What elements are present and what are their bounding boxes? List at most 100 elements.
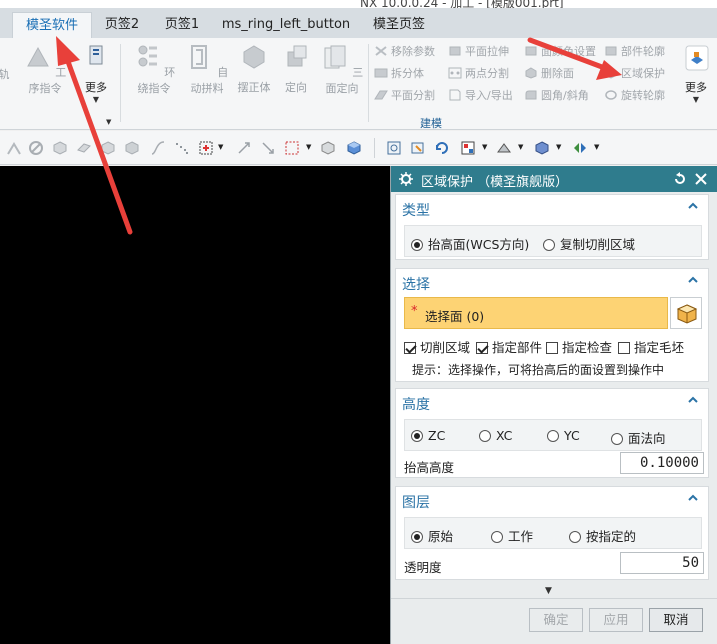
tab-ms-ring-left-button[interactable]: ms_ring_left_button (216, 12, 356, 38)
radio-zc[interactable]: ZC (411, 428, 445, 443)
radio-work[interactable]: 工作 (491, 526, 533, 545)
radio-yc[interactable]: YC (547, 428, 580, 443)
radio-dot (611, 433, 623, 445)
box-select-icon[interactable] (284, 140, 300, 156)
chevron-down-icon[interactable]: ▼ (106, 118, 111, 126)
chevron-up-icon[interactable] (688, 493, 698, 503)
radio-label: XC (496, 428, 513, 443)
rotate-outline-icon (605, 90, 617, 100)
render-style-icon[interactable] (496, 140, 512, 156)
plane-stretch-label: 平面拉伸 (465, 45, 509, 58)
orient-button[interactable]: 定向 (276, 42, 316, 95)
round-chamfer-button[interactable]: 圆角/斜角 (524, 86, 589, 106)
more-label-1: 更多 (85, 81, 107, 94)
radio-face-normal[interactable]: 面法向 (611, 428, 666, 447)
cancel-button[interactable]: 取消 (649, 608, 703, 632)
checkbox-specify-check[interactable]: 指定检查 (546, 337, 612, 356)
three-view-orient-button[interactable]: 三面定向 (316, 42, 368, 96)
height-options: ZC XC YC 面法向 (404, 419, 702, 451)
operation-command-button[interactable]: 工序指令 (20, 42, 70, 96)
cube-icon[interactable] (52, 140, 68, 156)
radio-dot (479, 430, 491, 442)
chevron-down-icon[interactable]: ▼ (306, 143, 311, 151)
chevron-down-icon[interactable]: ▼ (556, 143, 561, 151)
shaded-blue-cube-icon[interactable] (534, 140, 550, 156)
cut-off-button[interactable]: 轨 (0, 66, 12, 82)
remove-param-button[interactable]: 移除参数 (374, 42, 435, 62)
auto-split-button[interactable]: 自动拼料 (182, 42, 232, 96)
display-mode-icon[interactable] (572, 140, 588, 156)
region-protect-dialog: 区域保护 （模圣旗舰版） 类型 抬高面(WCS方向) 复制切削区域 选择 * 选… (390, 166, 717, 644)
tab-mosheng-page[interactable]: 模圣页签 (364, 12, 434, 38)
select-filter-icon[interactable] (198, 140, 214, 156)
points-icon[interactable] (174, 140, 190, 156)
move-icon[interactable] (260, 140, 276, 156)
apply-button[interactable]: 应用 (589, 608, 643, 632)
import-export-button[interactable]: 导入/导出 (448, 86, 513, 106)
checkbox-cut-region[interactable]: 切削区域 (404, 337, 470, 356)
face-color-button[interactable]: 面颜色设置 (524, 42, 596, 62)
radio-original[interactable]: 原始 (411, 526, 453, 545)
cube-icon[interactable] (100, 140, 116, 156)
ok-button[interactable]: 确定 (529, 608, 583, 632)
checkbox-specify-blank[interactable]: 指定毛坯 (618, 337, 684, 356)
snap-icon[interactable] (6, 140, 22, 156)
part-outline-button[interactable]: 部件轮廓 (604, 42, 665, 62)
rotate-outline-button[interactable]: 旋转轮廓 (604, 86, 665, 106)
close-icon[interactable] (694, 172, 708, 186)
move-solid-button[interactable]: 摆正体 (234, 42, 274, 95)
lift-height-input[interactable]: 0.10000 (620, 452, 704, 474)
rotate-view-icon[interactable] (434, 140, 450, 156)
sheet-icon[interactable] (76, 140, 92, 156)
gear-icon[interactable] (399, 172, 413, 186)
import-export-icon (449, 89, 461, 101)
plane-split-button[interactable]: 平面分割 (374, 86, 435, 106)
blue-cube-icon[interactable] (346, 140, 362, 156)
delete-face-button[interactable]: 删除面 (524, 64, 574, 84)
solid-icon[interactable] (124, 140, 140, 156)
chevron-up-icon[interactable] (688, 395, 698, 405)
region-protect-button[interactable]: 区域保护 (604, 64, 665, 84)
transparency-input[interactable]: 50 (620, 552, 704, 574)
tab-page1[interactable]: 页签1 (156, 12, 208, 38)
fit-view-icon[interactable] (386, 140, 402, 156)
view-orient-icon[interactable] (460, 140, 476, 156)
chevron-down-icon[interactable]: ▼ (545, 586, 552, 596)
auto-split-icon (190, 45, 207, 69)
checkbox-specify-part[interactable]: 指定部件 (476, 337, 542, 356)
transform-icon[interactable] (236, 140, 252, 156)
more-button-2[interactable]: 更多 ▼ (678, 42, 714, 104)
split-solid-button[interactable]: 拆分体 (374, 64, 424, 84)
ring-command-button[interactable]: 环绕指令 (128, 42, 180, 96)
height-section: 高度 ZC XC YC 面法向 抬高高度 0.10000 (395, 388, 709, 478)
checkbox-box (404, 342, 416, 354)
chevron-down-icon[interactable]: ▼ (218, 143, 223, 151)
plane-stretch-button[interactable]: 平面拉伸 (448, 42, 509, 62)
select-face-button[interactable] (670, 297, 702, 329)
shaded-cube-icon[interactable] (320, 140, 336, 156)
three-view-icon (324, 45, 346, 69)
zoom-icon[interactable] (410, 140, 426, 156)
checkbox-label: 切削区域 (420, 340, 471, 355)
reset-icon[interactable] (673, 172, 687, 186)
graphics-window[interactable] (0, 166, 390, 644)
chevron-up-icon[interactable] (688, 275, 698, 285)
orient-icon (287, 45, 307, 67)
tab-mosheng-software[interactable]: 模圣软件 (12, 12, 92, 38)
two-point-split-button[interactable]: 两点分割 (448, 64, 509, 84)
radio-copy-cut-region[interactable]: 复制切削区域 (543, 234, 635, 253)
chevron-down-icon[interactable]: ▼ (482, 143, 487, 151)
radio-lift-face-wcs[interactable]: 抬高面(WCS方向) (411, 234, 529, 253)
select-section-title: 选择 (402, 277, 430, 293)
plane-split-label: 平面分割 (391, 89, 435, 102)
tab-page2[interactable]: 页签2 (96, 12, 148, 38)
curve-icon[interactable] (150, 140, 166, 156)
no-entry-icon[interactable] (28, 140, 44, 156)
more-button-1[interactable]: 更多 ▼ (78, 42, 114, 104)
radio-specified[interactable]: 按指定的 (569, 526, 636, 545)
radio-xc[interactable]: XC (479, 428, 512, 443)
select-face-row[interactable]: * 选择面 (0) (404, 297, 668, 329)
chevron-up-icon[interactable] (688, 201, 698, 211)
chevron-down-icon[interactable]: ▼ (518, 143, 523, 151)
chevron-down-icon[interactable]: ▼ (594, 143, 599, 151)
